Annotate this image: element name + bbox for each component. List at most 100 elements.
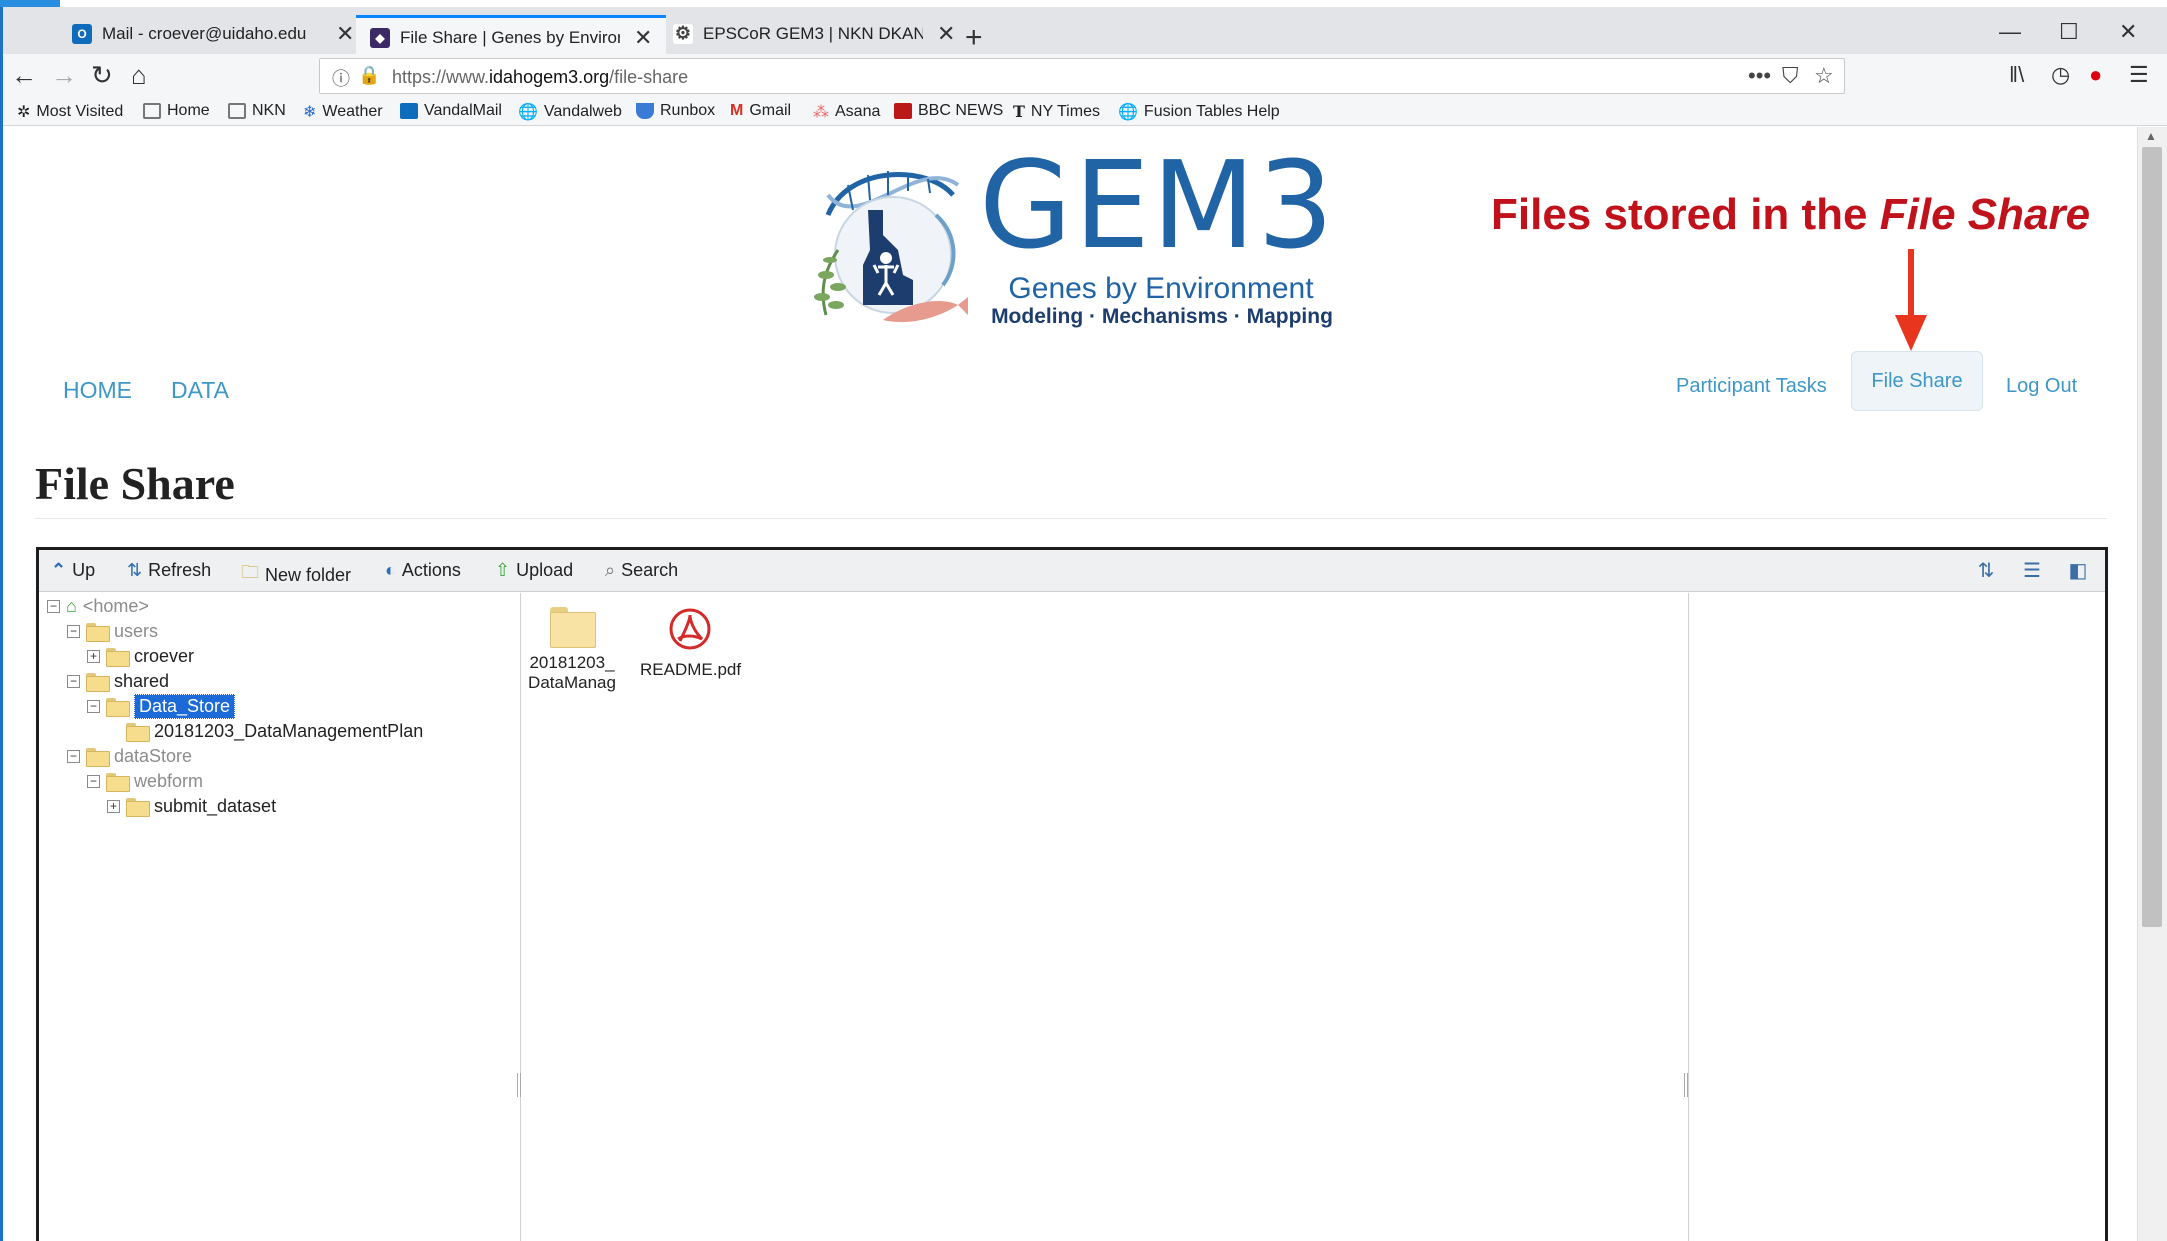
collapse-icon[interactable]: − — [87, 774, 100, 788]
folder-icon — [106, 647, 130, 667]
expand-icon[interactable]: + — [107, 799, 120, 813]
outlook-icon: O — [72, 23, 92, 44]
url-text[interactable]: https://www.idahogem3.org/file-share — [392, 67, 688, 88]
tab-dkan[interactable]: ⚙ EPSCoR GEM3 | NKN DKAN Re ✕ — [659, 13, 969, 54]
page-actions-icon[interactable]: ••• — [1748, 63, 1771, 89]
collapse-icon[interactable]: − — [87, 699, 100, 713]
collapse-icon[interactable]: − — [47, 599, 60, 613]
refresh-button[interactable]: ⇅ Refresh — [127, 560, 211, 581]
up-chevron-icon: ⌃ — [51, 560, 67, 580]
address-bar[interactable]: ⓘ 🔒 https://www.idahogem3.org/file-share… — [319, 58, 1845, 94]
forward-arrow-icon[interactable]: → — [51, 60, 77, 91]
nav-file-share-label: File Share — [1871, 369, 1963, 392]
folder-icon — [126, 722, 150, 742]
window-close-icon[interactable]: ✕ — [2119, 19, 2137, 45]
collapse-icon[interactable]: − — [67, 624, 80, 638]
file-item-readme[interactable]: README.pdf — [640, 607, 741, 680]
nav-participant-tasks-link[interactable]: Participant Tasks — [1676, 375, 1827, 398]
file-manager-toolbar: ⌃ Up ⇅ Refresh 🗀 New folder ◐ Actions ⇧ Uploa… — [39, 550, 2105, 592]
tree-node-plan[interactable]: 20181203_DataManagementPlan — [126, 720, 423, 742]
tree-node-home[interactable]: − ⌂ <home> — [47, 595, 149, 617]
upload-icon: ⇧ — [495, 560, 511, 580]
bookmark-weather[interactable]: ❄ Weather — [303, 102, 383, 122]
nav-data-link[interactable]: DATA — [171, 377, 229, 404]
site-icon: ◆ — [370, 27, 390, 48]
outlook-icon — [400, 103, 418, 119]
upload-button[interactable]: ⇧ Upload — [495, 560, 573, 581]
folder-icon — [86, 622, 110, 642]
new-tab-icon[interactable]: + — [965, 21, 983, 55]
bookmark-fusion-tables[interactable]: 🌐 Fusion Tables Help — [1118, 102, 1280, 122]
close-icon[interactable]: ✕ — [634, 25, 652, 51]
pocket-icon[interactable]: ⛉ — [1782, 63, 1799, 89]
logo-title[interactable]: GEM3 — [979, 147, 1336, 267]
down-arrow-icon — [1895, 249, 1927, 351]
up-button[interactable]: ⌃ Up — [51, 560, 95, 581]
reload-icon[interactable]: ↻ — [91, 60, 113, 91]
bookmark-vandalmail[interactable]: VandalMail — [400, 102, 502, 120]
tree-node-webform[interactable]: − webform — [87, 770, 203, 792]
tree-node-data-store[interactable]: − Data_Store — [87, 693, 236, 719]
scrollbar-thumb[interactable] — [2142, 147, 2162, 927]
info-icon[interactable]: ⓘ — [332, 65, 350, 91]
weather-icon: ❄ — [303, 104, 317, 121]
bookmark-asana[interactable]: ⁂ Asana — [813, 102, 880, 122]
tree-node-users[interactable]: − users — [67, 620, 158, 642]
close-icon[interactable]: ✕ — [937, 21, 955, 47]
addon-icon[interactable]: ● — [2089, 62, 2102, 88]
bookmark-home[interactable]: Home — [143, 102, 210, 120]
preview-pane — [1688, 593, 2105, 1241]
bookmark-star-icon[interactable]: ☆ — [1814, 63, 1834, 89]
bookmark-vandalweb[interactable]: 🌐 Vandalweb — [518, 102, 622, 122]
library-icon[interactable]: ‖\ — [2009, 62, 2024, 88]
maximize-icon[interactable]: ☐ — [2059, 19, 2079, 45]
tab-mail[interactable]: O Mail - croever@uidaho.edu ✕ — [58, 13, 368, 54]
close-icon[interactable]: ✕ — [336, 21, 354, 47]
bookmark-runbox[interactable]: Runbox — [636, 102, 715, 120]
history-icon[interactable]: ◷ — [2051, 62, 2070, 88]
sort-icon[interactable]: ⇅ — [1973, 558, 1999, 582]
bookmark-nkn[interactable]: NKN — [228, 102, 286, 120]
folder-icon — [143, 103, 161, 119]
nav-file-share-link[interactable]: File Share — [1851, 351, 1983, 411]
gem3-logo-icon[interactable] — [808, 155, 968, 330]
selected-folder-label: Data_Store — [134, 693, 236, 719]
tree-node-shared[interactable]: − shared — [67, 670, 169, 692]
bookmark-gmail[interactable]: M Gmail — [730, 102, 791, 120]
folder-icon — [550, 607, 596, 648]
web-page: GEM3 Genes by Environment Modeling · Mec… — [3, 127, 2137, 1241]
back-arrow-icon[interactable]: ← — [11, 60, 37, 91]
list-view-icon[interactable]: ☰ — [2019, 558, 2045, 582]
bookmark-most-visited[interactable]: ✲ Most Visited — [17, 102, 123, 122]
collapse-icon[interactable]: − — [67, 674, 80, 688]
nav-logout-link[interactable]: Log Out — [2006, 375, 2077, 398]
tab-file-share[interactable]: ◆ File Share | Genes by Environme ✕ — [356, 15, 667, 57]
expand-icon[interactable]: + — [87, 649, 100, 663]
folder-icon — [106, 772, 130, 792]
home-icon[interactable]: ⌂ — [131, 60, 147, 91]
tree-node-datastore[interactable]: − dataStore — [67, 745, 192, 767]
minimize-icon[interactable]: — — [1999, 19, 2021, 45]
splitter-handle[interactable] — [517, 1073, 521, 1097]
tree-node-croever[interactable]: + croever — [87, 645, 194, 667]
bookmark-nytimes[interactable]: T NY Times — [1013, 102, 1100, 121]
pdf-icon — [669, 608, 711, 650]
collapse-icon[interactable]: − — [67, 749, 80, 763]
refresh-icon: ⇅ — [127, 560, 143, 580]
search-icon: ⌕ — [605, 560, 616, 580]
actions-button[interactable]: ◐ Actions — [385, 560, 461, 581]
page-scrollbar[interactable]: ▲ — [2137, 127, 2167, 1241]
search-button[interactable]: ⌕ Search — [605, 560, 678, 581]
folder-tree: − ⌂ <home> − users + croever − shared − — [39, 593, 521, 1241]
menu-icon[interactable]: ☰ — [2129, 62, 2149, 88]
scroll-up-icon[interactable]: ▲ — [2145, 129, 2157, 143]
file-item-folder[interactable]: 20181203_ DataManag — [522, 607, 622, 693]
new-folder-button[interactable]: 🗀 New folder — [241, 560, 351, 590]
runbox-icon — [636, 103, 654, 119]
nav-home-link[interactable]: HOME — [63, 377, 132, 404]
tab-bar: O Mail - croever@uidaho.edu ✕ ◆ File Sha… — [3, 7, 2167, 57]
preview-pane-icon[interactable]: ◧ — [2065, 558, 2091, 582]
tree-node-submit-dataset[interactable]: + submit_dataset — [107, 795, 276, 817]
home-tree-icon: ⌂ — [66, 595, 77, 616]
bookmark-bbc[interactable]: BBC NEWS — [894, 102, 1003, 120]
